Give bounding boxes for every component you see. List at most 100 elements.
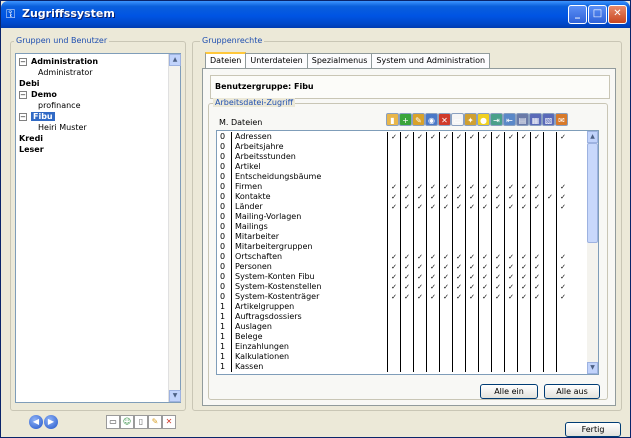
permission-checkbox[interactable] xyxy=(530,332,543,342)
tab-system-und-administration[interactable]: System und Administration xyxy=(371,53,491,68)
attach-icon[interactable]: ✉ xyxy=(555,113,568,126)
permission-checkbox[interactable] xyxy=(556,162,569,172)
permission-checkbox[interactable] xyxy=(504,232,517,242)
permission-checkbox[interactable] xyxy=(517,342,530,352)
permission-checkbox[interactable] xyxy=(413,312,426,322)
permission-checkbox[interactable] xyxy=(387,342,400,352)
permission-checkbox[interactable] xyxy=(465,222,478,232)
permission-checkbox[interactable]: ✓ xyxy=(504,202,517,212)
permission-checkbox[interactable]: ✓ xyxy=(478,192,491,202)
permission-checkbox[interactable] xyxy=(543,182,556,192)
permission-checkbox[interactable] xyxy=(491,352,504,362)
list-item[interactable]: 0 Entscheidungsbäume xyxy=(217,172,588,182)
permission-checkbox[interactable]: ✓ xyxy=(387,282,400,292)
permission-checkbox[interactable] xyxy=(413,242,426,252)
permission-checkbox[interactable] xyxy=(478,362,491,372)
list-item[interactable]: 0 Mitarbeitergruppen xyxy=(217,242,588,252)
list-item[interactable]: 1 Einzahlungen xyxy=(217,342,588,352)
permission-checkbox[interactable]: ✓ xyxy=(465,182,478,192)
permission-checkbox[interactable] xyxy=(491,232,504,242)
permission-checkbox[interactable] xyxy=(400,352,413,362)
permission-checkbox[interactable] xyxy=(426,232,439,242)
permission-checkbox[interactable]: ✓ xyxy=(491,282,504,292)
permission-checkbox[interactable]: ✓ xyxy=(465,252,478,262)
permission-checkbox[interactable] xyxy=(452,332,465,342)
permission-checkbox[interactable]: ✓ xyxy=(491,192,504,202)
permission-checkbox[interactable]: ✓ xyxy=(426,202,439,212)
permission-checkbox[interactable] xyxy=(387,322,400,332)
permission-checkbox[interactable]: ✓ xyxy=(413,282,426,292)
permission-checkbox[interactable] xyxy=(504,332,517,342)
permission-checkbox[interactable] xyxy=(530,352,543,362)
permission-checkbox[interactable] xyxy=(452,162,465,172)
permission-checkbox[interactable]: ✓ xyxy=(517,252,530,262)
permission-checkbox[interactable] xyxy=(413,162,426,172)
permission-checkbox[interactable] xyxy=(452,222,465,232)
permission-checkbox[interactable] xyxy=(413,352,426,362)
list-scroll-down-icon[interactable]: ▼ xyxy=(587,362,598,374)
permission-checkbox[interactable] xyxy=(413,232,426,242)
permission-checkbox[interactable] xyxy=(478,212,491,222)
permission-checkbox[interactable] xyxy=(413,362,426,372)
permission-checkbox[interactable] xyxy=(439,232,452,242)
permission-checkbox[interactable]: ✓ xyxy=(426,252,439,262)
permission-checkbox[interactable]: ✓ xyxy=(426,182,439,192)
permission-checkbox[interactable]: ✓ xyxy=(543,192,556,202)
star-icon[interactable]: ✦ xyxy=(464,113,477,126)
list-item[interactable]: 0 Personen ✓ ✓ ✓ ✓ ✓ ✓ ✓ ✓ ✓ ✓ ✓ ✓ ✓ xyxy=(217,262,588,272)
save-icon[interactable]: ▦ xyxy=(529,113,542,126)
permission-checkbox[interactable] xyxy=(452,342,465,352)
permission-checkbox[interactable] xyxy=(426,352,439,362)
permission-checkbox[interactable]: ✓ xyxy=(517,182,530,192)
permission-checkbox[interactable]: ✓ xyxy=(491,182,504,192)
permission-checkbox[interactable] xyxy=(465,232,478,242)
permission-checkbox[interactable]: ✓ xyxy=(504,292,517,302)
permission-checkbox[interactable]: ✓ xyxy=(439,272,452,282)
permission-checkbox[interactable]: ✓ xyxy=(478,272,491,282)
permission-checkbox[interactable] xyxy=(491,342,504,352)
permission-checkbox[interactable] xyxy=(504,172,517,182)
permission-checkbox[interactable] xyxy=(426,142,439,152)
permission-checkbox[interactable] xyxy=(530,152,543,162)
tree-item[interactable]: Heiri Muster xyxy=(38,122,87,133)
permission-checkbox[interactable] xyxy=(452,242,465,252)
close-button[interactable]: ✕ xyxy=(608,5,627,24)
permission-checkbox[interactable]: ✓ xyxy=(465,262,478,272)
permission-checkbox[interactable] xyxy=(556,342,569,352)
permission-checkbox[interactable] xyxy=(400,162,413,172)
expand-toggle-icon[interactable]: − xyxy=(19,57,27,66)
tree-item[interactable]: − Fibu xyxy=(19,111,55,122)
permission-checkbox[interactable] xyxy=(543,302,556,312)
tab-unterdateien[interactable]: Unterdateien xyxy=(245,53,308,68)
permission-checkbox[interactable] xyxy=(400,362,413,372)
bulb-icon[interactable]: ● xyxy=(477,113,490,126)
permission-checkbox[interactable]: ✓ xyxy=(387,272,400,282)
permission-checkbox[interactable] xyxy=(452,352,465,362)
permission-checkbox[interactable] xyxy=(517,142,530,152)
permission-checkbox[interactable]: ✓ xyxy=(530,272,543,282)
delete-icon[interactable]: ✕ xyxy=(162,415,176,429)
permission-checkbox[interactable] xyxy=(478,312,491,322)
permission-checkbox[interactable] xyxy=(517,212,530,222)
permission-checkbox[interactable]: ✓ xyxy=(439,182,452,192)
permission-checkbox[interactable] xyxy=(387,362,400,372)
permission-checkbox[interactable]: ✓ xyxy=(504,132,517,142)
permission-checkbox[interactable] xyxy=(491,222,504,232)
permission-checkbox[interactable] xyxy=(530,222,543,232)
list-item[interactable]: 1 Belege xyxy=(217,332,588,342)
permission-checkbox[interactable]: ✓ xyxy=(452,182,465,192)
permission-checkbox[interactable] xyxy=(543,152,556,162)
permission-checkbox[interactable] xyxy=(543,232,556,242)
permission-checkbox[interactable]: ✓ xyxy=(413,262,426,272)
permission-checkbox[interactable]: ✓ xyxy=(517,202,530,212)
permission-checkbox[interactable] xyxy=(530,162,543,172)
permission-checkbox[interactable]: ✓ xyxy=(413,132,426,142)
permission-checkbox[interactable] xyxy=(530,362,543,372)
permission-checkbox[interactable] xyxy=(478,222,491,232)
permission-checkbox[interactable]: ✓ xyxy=(426,292,439,302)
permission-checkbox[interactable] xyxy=(556,172,569,182)
permission-checkbox[interactable]: ✓ xyxy=(439,262,452,272)
files-list[interactable]: 0 Adressen ✓ ✓ ✓ ✓ ✓ ✓ ✓ ✓ ✓ ✓ ✓ ✓ ✓ 0 Arbeitsjahre 0 Arbe… xyxy=(216,130,599,375)
permission-checkbox[interactable] xyxy=(556,232,569,242)
new-icon[interactable]: ▭ xyxy=(106,415,120,429)
